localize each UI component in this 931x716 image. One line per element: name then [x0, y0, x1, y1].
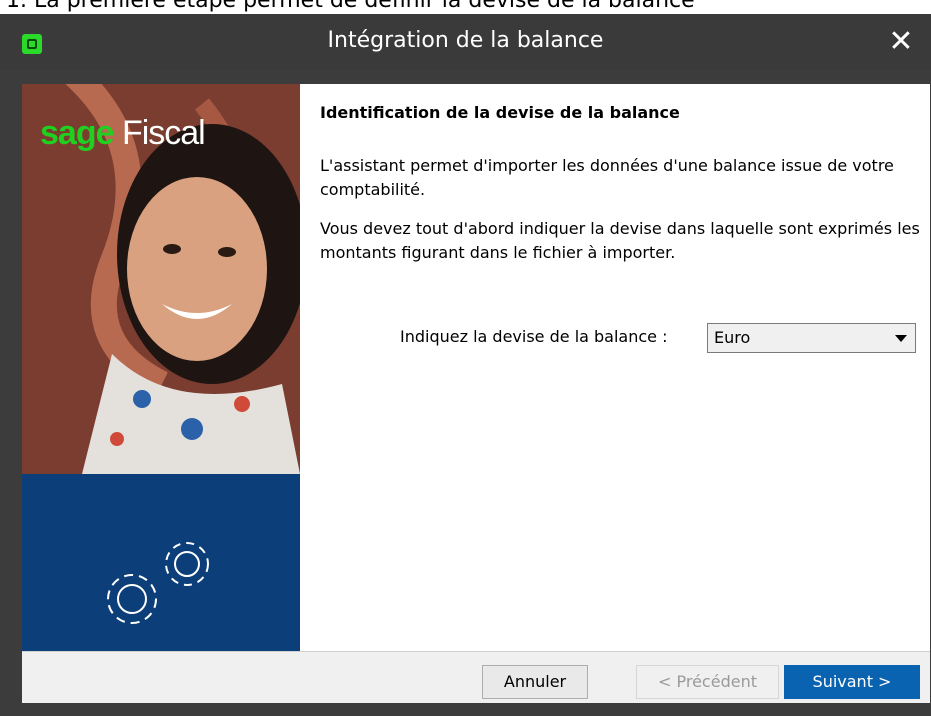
- sage-fiscal-logo: sage Fiscal: [40, 114, 206, 153]
- window-title: Intégration de la balance: [327, 28, 604, 53]
- next-button[interactable]: Suivant >: [784, 665, 920, 699]
- cancel-button[interactable]: Annuler: [482, 665, 588, 699]
- document-caption: 1. La première étape permet de définir l…: [6, 0, 695, 13]
- brand-sage: sage: [40, 114, 114, 152]
- title-bar: Intégration de la balance ✕: [0, 14, 931, 70]
- devise-selected-value: Euro: [714, 328, 751, 347]
- wizard-side-image: sage Fiscal: [22, 84, 300, 651]
- chevron-down-icon: [895, 335, 907, 342]
- devise-select[interactable]: Euro: [707, 323, 916, 353]
- previous-button[interactable]: < Précédent: [636, 665, 779, 699]
- step-heading: Identification de la devise de la balanc…: [320, 103, 680, 122]
- devise-label: Indiquez la devise de la balance :: [400, 327, 668, 346]
- intro-paragraph: L'assistant permet d'importer les donnée…: [320, 156, 894, 199]
- dialog-window: Intégration de la balance ✕ sage Fiscal: [0, 14, 931, 716]
- button-bar: Annuler < Précédent Suivant >: [22, 651, 930, 703]
- close-button[interactable]: ✕: [871, 14, 931, 70]
- wizard-content: Identification de la devise de la balanc…: [300, 84, 930, 651]
- instruction-paragraph: Vous devez tout d'abord indiquer la devi…: [320, 219, 920, 262]
- gears-icon: [107, 542, 209, 624]
- brand-product: Fiscal: [113, 114, 206, 152]
